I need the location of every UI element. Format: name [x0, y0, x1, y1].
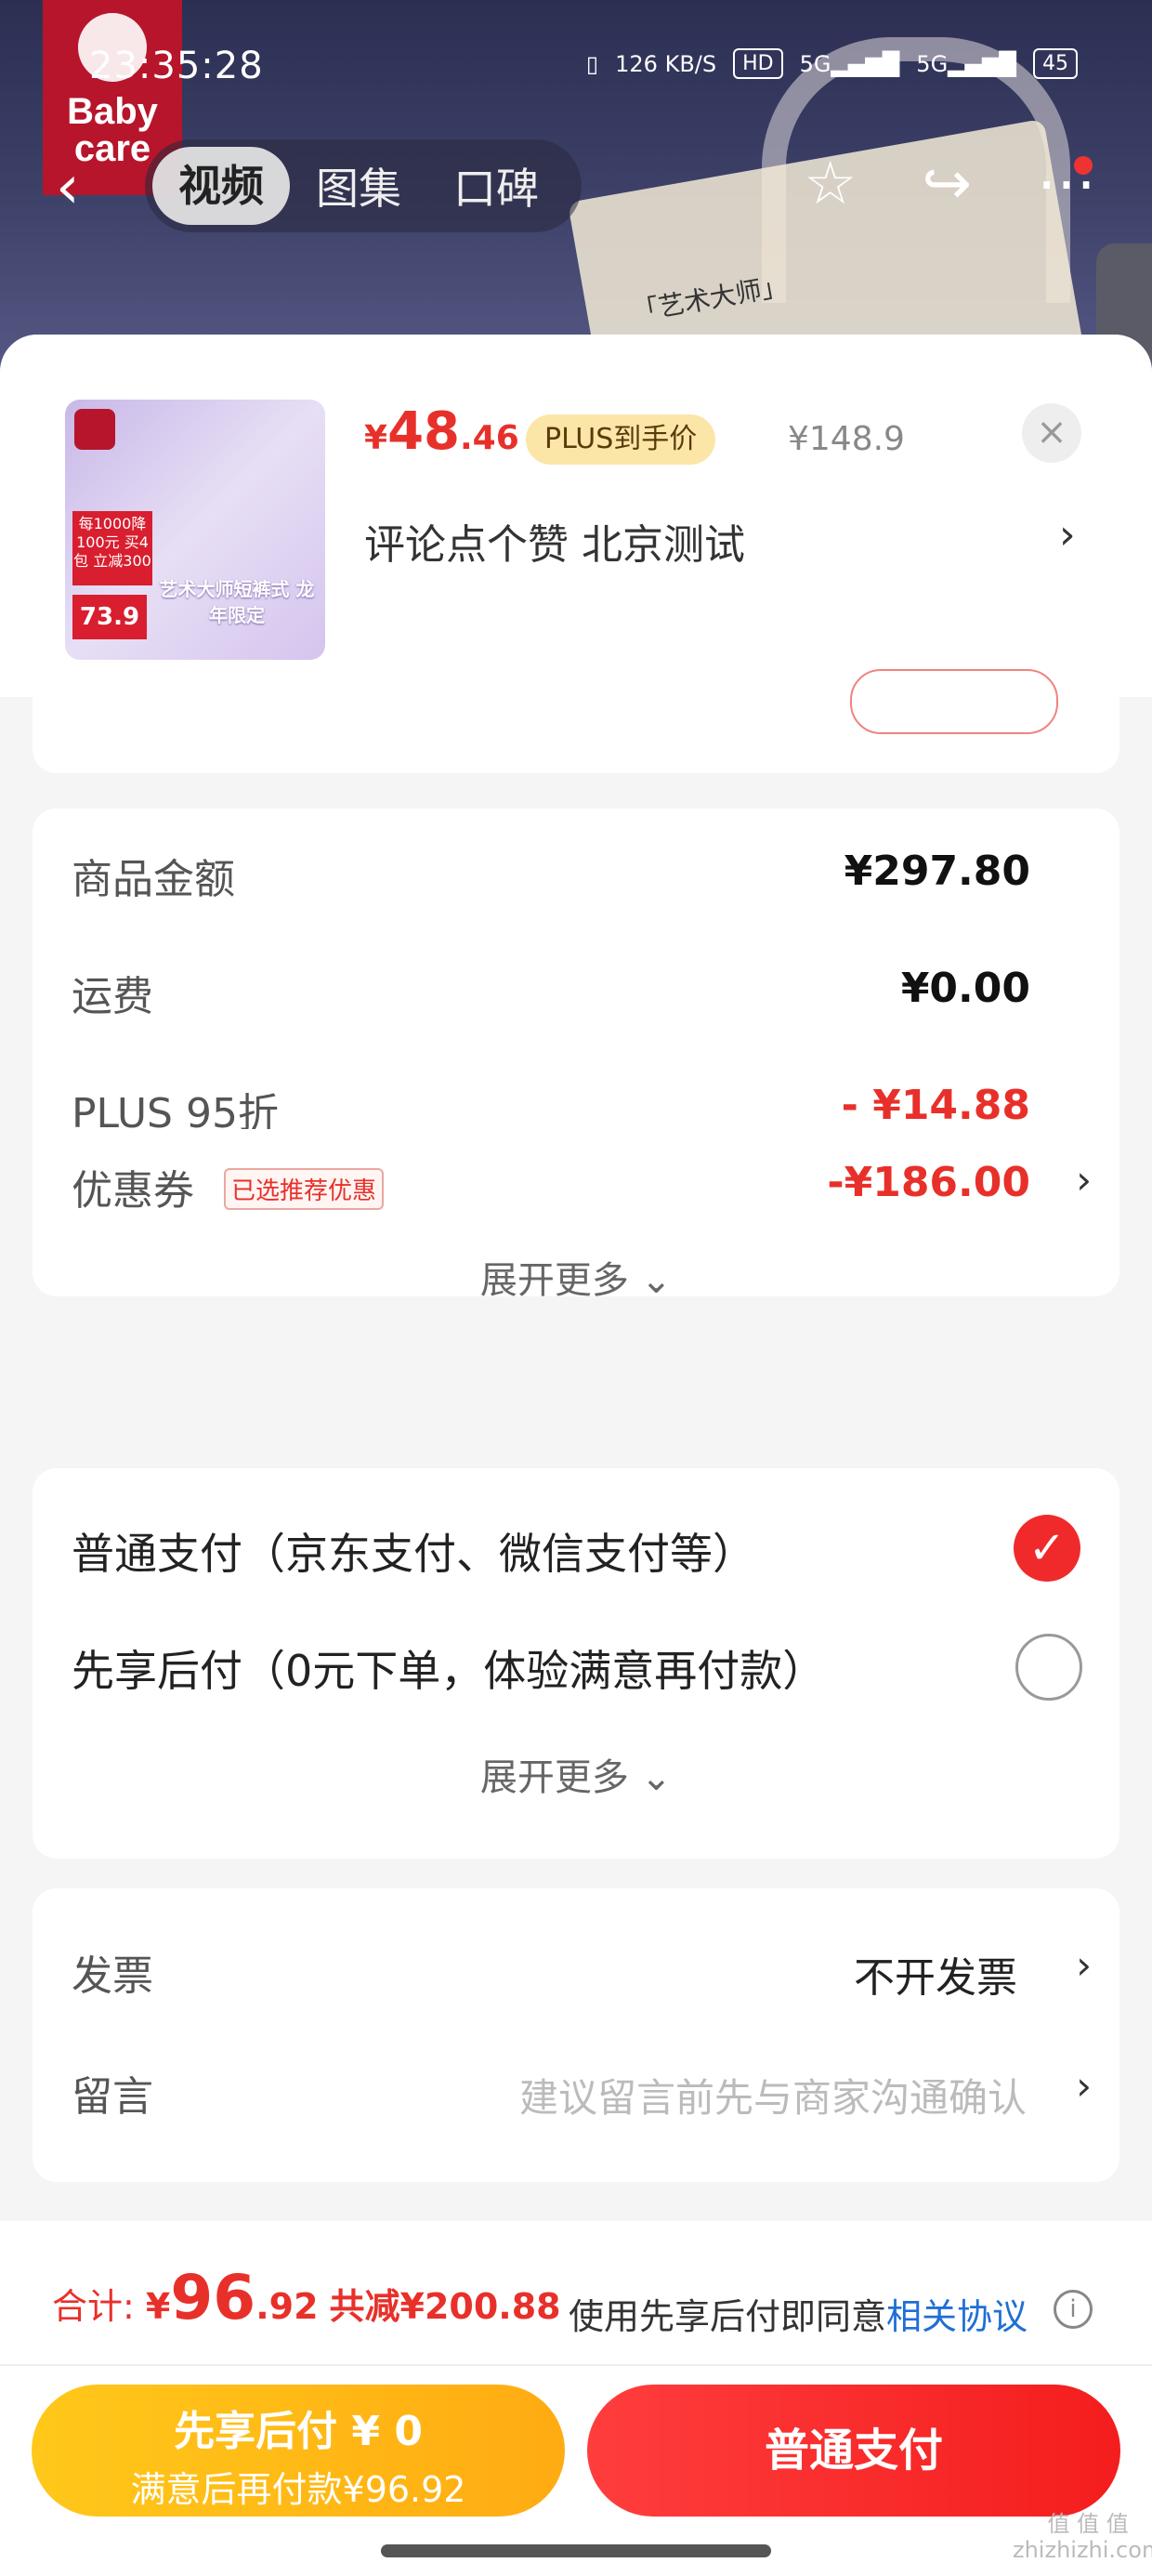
product-name[interactable]: 评论点个赞 北京测试: [364, 511, 745, 571]
status-icons: ▯ 126 KB/S HD 5G▂▄▆█ 5G▂▄▆█ 45: [586, 48, 1078, 79]
promo-card-partial: [33, 669, 1119, 773]
thumb-caption: 艺术大师短裤式 龙年限定: [159, 578, 315, 626]
thumb-brand-icon: [74, 409, 115, 450]
radio-checked-icon[interactable]: ✓: [1014, 1515, 1080, 1582]
hd-icon: HD: [733, 48, 783, 79]
thumb-promo-badge: 每1000降100元 买4包 立减300: [72, 511, 152, 585]
nav-actions: ☆ ↪ ⋯: [804, 151, 1096, 217]
order-total: 合计: ¥96.92 共减¥200.88: [52, 2262, 561, 2333]
product-video-area[interactable]: 「艺术大师」 Baby care 23:35:28 ▯ 126 KB/S HD …: [0, 0, 1152, 390]
home-indicator[interactable]: [381, 2544, 771, 2557]
partial-button: [850, 669, 1058, 734]
note-placeholder: 建议留言前先与商家沟通确认: [518, 2075, 1027, 2121]
total-saved: 共减¥200.88: [329, 2286, 561, 2327]
chevron-right-icon: ›: [1076, 2063, 1092, 2109]
signal-icon-1: 5G▂▄▆█: [799, 50, 900, 77]
radio-unchecked-icon[interactable]: [1015, 1634, 1082, 1701]
summary-row-goods: 商品金额 ¥297.80: [72, 848, 1030, 903]
top-nav: ‹ 视频 图集 口碑 ☆ ↪ ⋯: [0, 139, 1152, 232]
payment-option-pay-later[interactable]: 先享后付（0元下单，体验满意再付款）: [33, 1623, 1119, 1706]
chevron-right-icon: ›: [1076, 1157, 1092, 1203]
agreement-text: 使用先享后付即同意相关协议: [569, 2296, 1028, 2337]
info-icon[interactable]: i: [1054, 2290, 1093, 2329]
summary-row-shipping: 运费 ¥0.00: [72, 965, 1030, 1020]
pay-later-button[interactable]: 先享后付 ¥ 0 满意后再付款¥96.92: [32, 2385, 565, 2517]
original-price: ¥148.9: [788, 420, 905, 458]
back-icon[interactable]: ‹: [56, 158, 80, 217]
checkout-bottom-bar: 合计: ¥96.92 共减¥200.88 使用先享后付即同意相关协议 i 先享后付…: [0, 2221, 1152, 2576]
battery-icon: 45: [1033, 48, 1078, 79]
chevron-right-icon: ›: [1076, 1942, 1092, 1988]
invoice-row[interactable]: 发票 不开发票 ›: [33, 1933, 1119, 2007]
agreement-link[interactable]: 相关协议: [886, 2296, 1028, 2337]
note-row[interactable]: 留言 建议留言前先与商家沟通确认 ›: [33, 2054, 1119, 2128]
divider: [0, 2364, 1152, 2366]
product-header: 每1000降100元 买4包 立减300 73.9 艺术大师短裤式 龙年限定 ¥…: [0, 335, 1152, 697]
payment-option-normal[interactable]: 普通支付（京东支付、微信支付等） ✓: [33, 1505, 1119, 1589]
notification-dot: [1074, 156, 1093, 175]
price-summary-card: 商品金额 ¥297.80 运费 ¥0.00 PLUS 95折 - ¥14.88: [33, 808, 1119, 1162]
vibrate-icon: ▯: [585, 50, 599, 77]
chevron-right-icon[interactable]: ›: [1059, 511, 1076, 559]
tab-video[interactable]: 视频: [152, 147, 290, 225]
coupon-card: 优惠券 已选推荐优惠 -¥186.00 › 展开更多 ⌄: [33, 1129, 1119, 1302]
invoice-note-card: 发票 不开发票 › 留言 建议留言前先与商家沟通确认 ›: [33, 1888, 1119, 2182]
thumb-price: 73.9: [72, 595, 147, 639]
product-thumbnail[interactable]: 每1000降100元 买4包 立减300 73.9 艺术大师短裤式 龙年限定: [65, 400, 325, 660]
favorite-star-icon[interactable]: ☆: [804, 151, 857, 217]
summary-row-coupon[interactable]: 优惠券 已选推荐优惠 -¥186.00 ›: [33, 1148, 1119, 1222]
status-bar: 23:35:28 ▯ 126 KB/S HD 5G▂▄▆█ 5G▂▄▆█ 45: [0, 37, 1152, 102]
status-time: 23:35:28: [89, 45, 264, 87]
payment-expand-more[interactable]: 展开更多 ⌄: [33, 1747, 1119, 1801]
coupon-selected-tag: 已选推荐优惠: [224, 1168, 385, 1210]
tab-reviews[interactable]: 口碑: [427, 155, 565, 217]
payment-method-card: 普通支付（京东支付、微信支付等） ✓ 先享后付（0元下单，体验满意再付款） 展开…: [33, 1468, 1119, 1859]
normal-pay-button[interactable]: 普通支付: [587, 2385, 1120, 2517]
tab-gallery[interactable]: 图集: [290, 155, 427, 217]
share-icon[interactable]: ↪: [922, 151, 972, 217]
close-button[interactable]: ×: [1022, 403, 1081, 463]
site-watermark: 值 值 值 zhizhizhi.com: [1013, 2511, 1152, 2563]
product-price: ¥48.46: [364, 401, 519, 462]
net-speed: 126 KB/S: [615, 50, 717, 77]
plus-price-tag: PLUS到手价: [526, 414, 716, 465]
media-tabs: 视频 图集 口碑: [145, 139, 582, 232]
summary-expand-more[interactable]: 展开更多 ⌄: [33, 1250, 1119, 1304]
signal-icon-2: 5G▂▄▆█: [916, 50, 1016, 77]
